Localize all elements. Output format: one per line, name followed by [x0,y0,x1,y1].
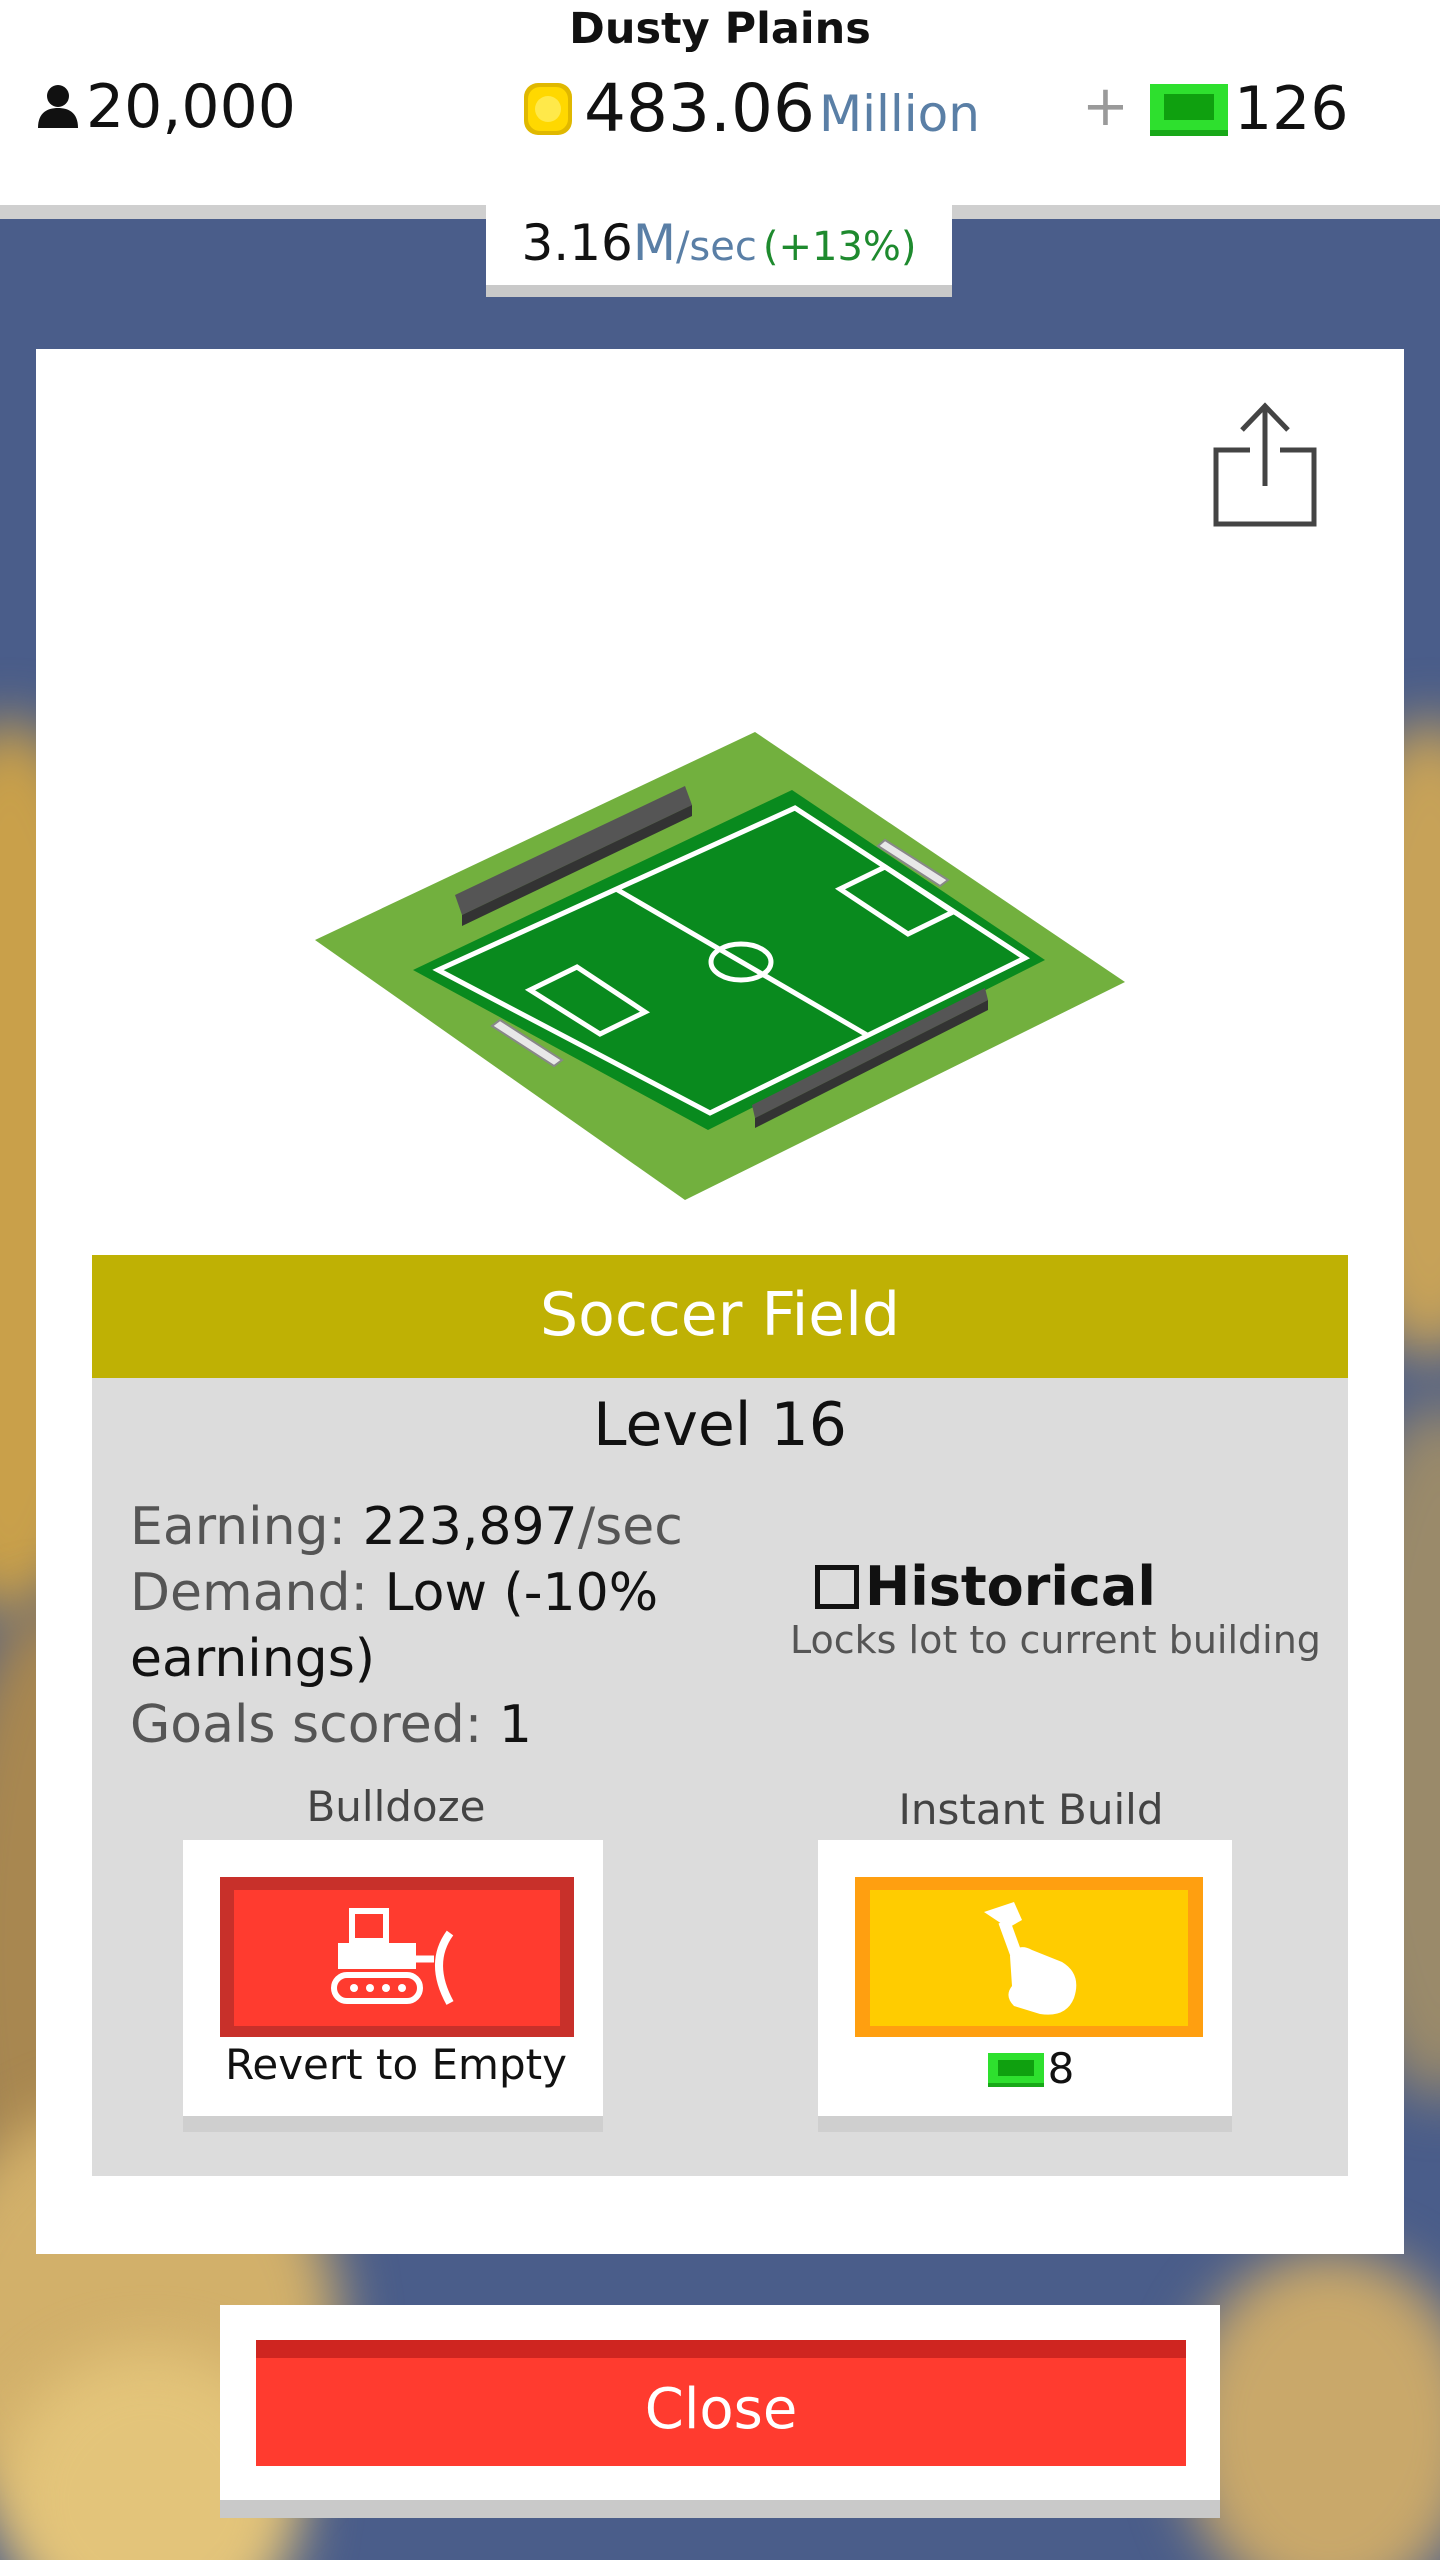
rate-unit-m: M [632,214,676,272]
instant-build-label: Instant Build [898,1785,1164,1834]
bucks-value: 126 [1234,74,1349,144]
goals-value: 1 [498,1695,532,1755]
historical-checkbox[interactable] [815,1564,859,1609]
population-display: 20,000 [36,72,296,142]
money-value: 483.06 [584,70,815,147]
instant-build-cost-value: 8 [1047,2044,1075,2093]
bulldozer-icon [331,1908,454,2005]
money-display: 483.06 Million [520,70,980,147]
soccer-field-illustration [315,732,1125,1200]
income-rate-tab: 3.16M/sec (+13%) [486,205,952,285]
building-title: Soccer Field [92,1255,1348,1378]
demand-stat-continued: earnings) [130,1626,375,1692]
demand-value: Low (-10% [384,1563,659,1623]
demand-value-cont: earnings) [130,1629,376,1689]
top-hud: Dusty Plains 20,000 483.06 Million + 126 [0,0,1440,205]
earning-label: Earning: [130,1497,347,1557]
hammer-icon [984,1902,1077,2015]
demand-label: Demand: [130,1563,369,1623]
historical-label: Historical [865,1555,1156,1618]
earning-value: 223,897 [362,1497,578,1557]
money-unit: Million [818,85,980,143]
buy-bucks-button[interactable]: + [1082,74,1129,139]
rate-unit: /sec [675,224,757,270]
rate-value: 3.16 [521,214,633,272]
close-card-shadow [220,2500,1220,2518]
bulldoze-card-shadow [183,2116,603,2132]
bucks-icon [1150,84,1228,136]
city-name: Dusty Plains [569,4,871,54]
instant-build-card-shadow [818,2116,1232,2132]
close-button[interactable]: Close [256,2340,1186,2466]
historical-toggle[interactable]: Historical [815,1555,1156,1618]
coin-icon [524,82,572,135]
earning-unit: /sec [577,1497,683,1557]
rate-change: (+13%) [762,224,917,270]
goals-label: Goals scored: [130,1695,483,1755]
bucks-display[interactable]: 126 [1150,74,1349,144]
rate-tab-shadow [486,285,952,297]
population-value: 20,000 [86,72,296,142]
instant-build-cost: 8 [818,2044,1244,2093]
revert-to-empty-label: Revert to Empty [225,2040,567,2089]
earning-stat: Earning: 223,897/sec [130,1494,683,1560]
building-level: Level 16 [593,1390,847,1460]
bulldoze-label: Bulldoze [306,1782,486,1831]
share-icon[interactable] [1210,400,1320,530]
person-icon [38,85,78,128]
historical-description: Locks lot to current building [790,1618,1321,1662]
demand-stat: Demand: Low (-10% [130,1560,658,1626]
bucks-icon [987,2052,1044,2087]
goals-stat: Goals scored: 1 [130,1692,532,1758]
